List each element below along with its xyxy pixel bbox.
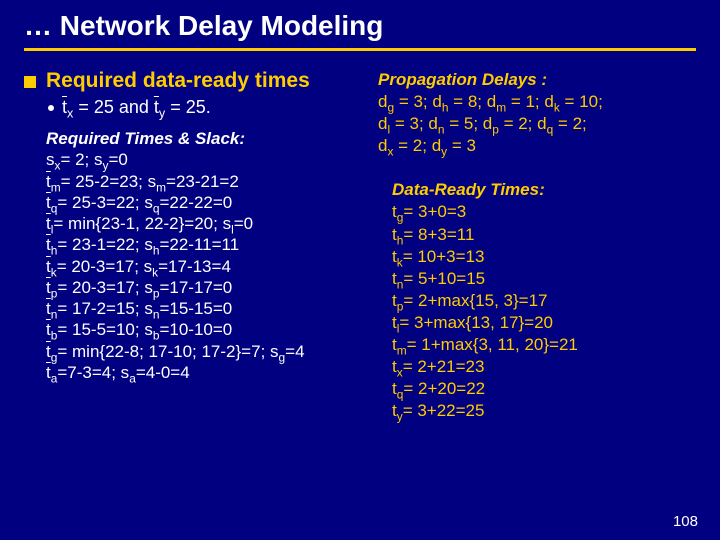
slack-line: tl= min{23-1, 22-2}=20; sl=0: [46, 213, 364, 234]
dr-line: tn= 5+10=15: [392, 268, 696, 290]
required-times-heading: Required Times & Slack:: [46, 128, 364, 149]
slack-line: tb= 15-5=10; sb=10-10=0: [46, 319, 364, 340]
data-ready-heading: Data-Ready Times:: [392, 179, 696, 201]
slack-line: tk= 20-3=17; sk=17-13=4: [46, 256, 364, 277]
content-area: Required data-ready times tx = 25 and ty…: [24, 69, 696, 422]
slack-line: tn= 17-2=15; sn=15-15=0: [46, 298, 364, 319]
dr-line: ty= 3+22=25: [392, 400, 696, 422]
sub-bullet-icon: [48, 105, 54, 111]
slack-line: tg= min{22-8; 17-10; 17-2}=7; sg=4: [46, 341, 364, 362]
dr-line: tk= 10+3=13: [392, 246, 696, 268]
slack-line: tp= 20-3=17; sp=17-17=0: [46, 277, 364, 298]
dr-line: tm= 1+max{3, 11, 20}=21: [392, 334, 696, 356]
bullet-icon: [24, 76, 36, 88]
right-column: Propagation Delays : dg = 3; dh = 8; dm …: [378, 69, 696, 422]
slack-line: sx= 2; sy=0: [46, 149, 364, 170]
slack-line: tq= 25-3=22; sq=22-22=0: [46, 192, 364, 213]
prop-line: dl = 3; dn = 5; dp = 2; dq = 2;: [378, 113, 696, 135]
dr-line: tg= 3+0=3: [392, 201, 696, 223]
dr-line: tl= 3+max{13, 17}=20: [392, 312, 696, 334]
dr-line: tx= 2+21=23: [392, 356, 696, 378]
sub-bullet-item: tx = 25 and ty = 25.: [48, 97, 364, 118]
prop-line: dg = 3; dh = 8; dm = 1; dk = 10;: [378, 91, 696, 113]
prop-line: dx = 2; dy = 3: [378, 135, 696, 157]
slack-line: th= 23-1=22; sh=22-11=11: [46, 234, 364, 255]
slack-line: tm= 25-2=23; sm=23-21=2: [46, 171, 364, 192]
dr-line: th= 8+3=11: [392, 224, 696, 246]
bullet-text: Required data-ready times: [46, 69, 310, 93]
required-times-block: Required Times & Slack: sx= 2; sy=0 tm= …: [46, 128, 364, 383]
page-number: 108: [673, 513, 698, 530]
dr-line: tp= 2+max{15, 3}=17: [392, 290, 696, 312]
bullet-item: Required data-ready times: [24, 69, 364, 93]
propagation-heading: Propagation Delays :: [378, 69, 696, 91]
sub-bullet-text: tx = 25 and ty = 25.: [62, 97, 211, 118]
left-column: Required data-ready times tx = 25 and ty…: [24, 69, 364, 422]
slide-title: … Network Delay Modeling: [24, 10, 696, 51]
propagation-block: Propagation Delays : dg = 3; dh = 8; dm …: [378, 69, 696, 422]
data-ready-block: Data-Ready Times: tg= 3+0=3 th= 8+3=11 t…: [392, 179, 696, 422]
dr-line: tq= 2+20=22: [392, 378, 696, 400]
slide: … Network Delay Modeling Required data-r…: [0, 0, 720, 540]
slack-line: ta=7-3=4; sa=4-0=4: [46, 362, 364, 383]
